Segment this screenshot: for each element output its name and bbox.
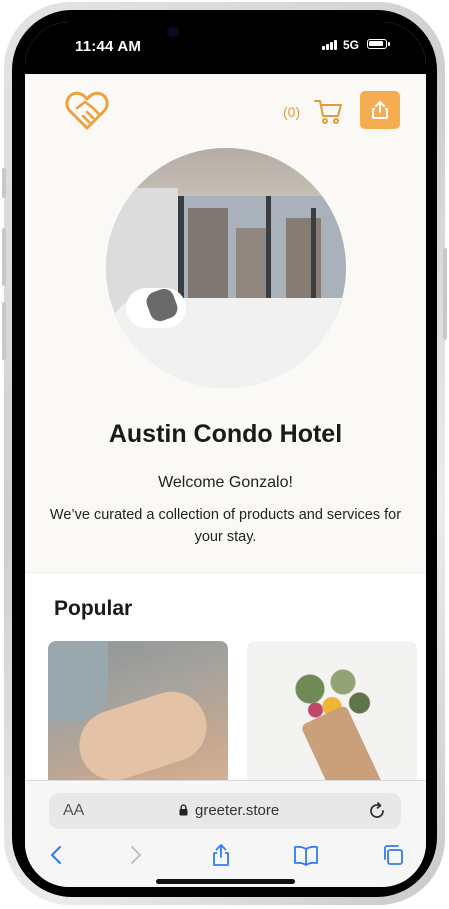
- lock-icon: [179, 804, 188, 816]
- power-button: [443, 248, 447, 340]
- chevron-right-icon: [131, 846, 141, 864]
- forward-button[interactable]: [122, 841, 150, 869]
- share-button[interactable]: [360, 91, 400, 129]
- tabs-button[interactable]: [379, 841, 407, 869]
- address-bar[interactable]: AA greeter.store: [49, 793, 401, 829]
- tabs-icon: [384, 845, 403, 865]
- reload-icon[interactable]: [367, 801, 387, 821]
- browser-share-button[interactable]: [207, 841, 235, 869]
- network-type: 5G: [343, 38, 360, 52]
- product-card-flowers[interactable]: [247, 641, 417, 801]
- back-button[interactable]: [42, 841, 70, 869]
- cart-icon[interactable]: [313, 96, 343, 126]
- hero-section: (0) Austin Condo Hotel Welcome Gonzalo! …: [25, 74, 426, 573]
- book-icon: [294, 845, 318, 866]
- product-card-massage[interactable]: [48, 641, 228, 801]
- volume-down-button: [2, 302, 6, 360]
- welcome-message: Welcome Gonzalo!: [158, 474, 293, 491]
- status-bar: 11:44 AM 5G: [25, 22, 426, 74]
- signal-icon: [322, 40, 340, 50]
- cart-count[interactable]: (0): [283, 104, 300, 120]
- front-camera: [167, 26, 179, 38]
- bookmarks-button[interactable]: [292, 841, 320, 869]
- section-title: Popular: [54, 597, 133, 620]
- battery-icon: [367, 39, 387, 49]
- phone-screen: 11:44 AM 5G (0) Austin Condo Hotel Welco…: [25, 22, 426, 887]
- status-time: 11:44 AM: [75, 38, 142, 55]
- hotel-name: Austin Condo Hotel: [108, 420, 343, 448]
- url-text: greeter.store: [195, 802, 280, 819]
- heart-handshake-logo-icon[interactable]: [63, 86, 111, 134]
- home-indicator[interactable]: [156, 879, 295, 884]
- chevron-left-icon: [51, 846, 61, 864]
- safari-toolbar: AA greeter.store: [25, 780, 426, 887]
- volume-up-button: [2, 228, 6, 286]
- hotel-room-photo: [106, 148, 346, 388]
- tagline: We’ve curated a collection of products a…: [49, 507, 402, 545]
- share-icon: [372, 101, 388, 119]
- browser-nav-row: [25, 839, 426, 869]
- share-icon: [213, 844, 229, 866]
- reader-aa-button[interactable]: AA: [63, 802, 84, 820]
- mute-switch: [2, 168, 6, 198]
